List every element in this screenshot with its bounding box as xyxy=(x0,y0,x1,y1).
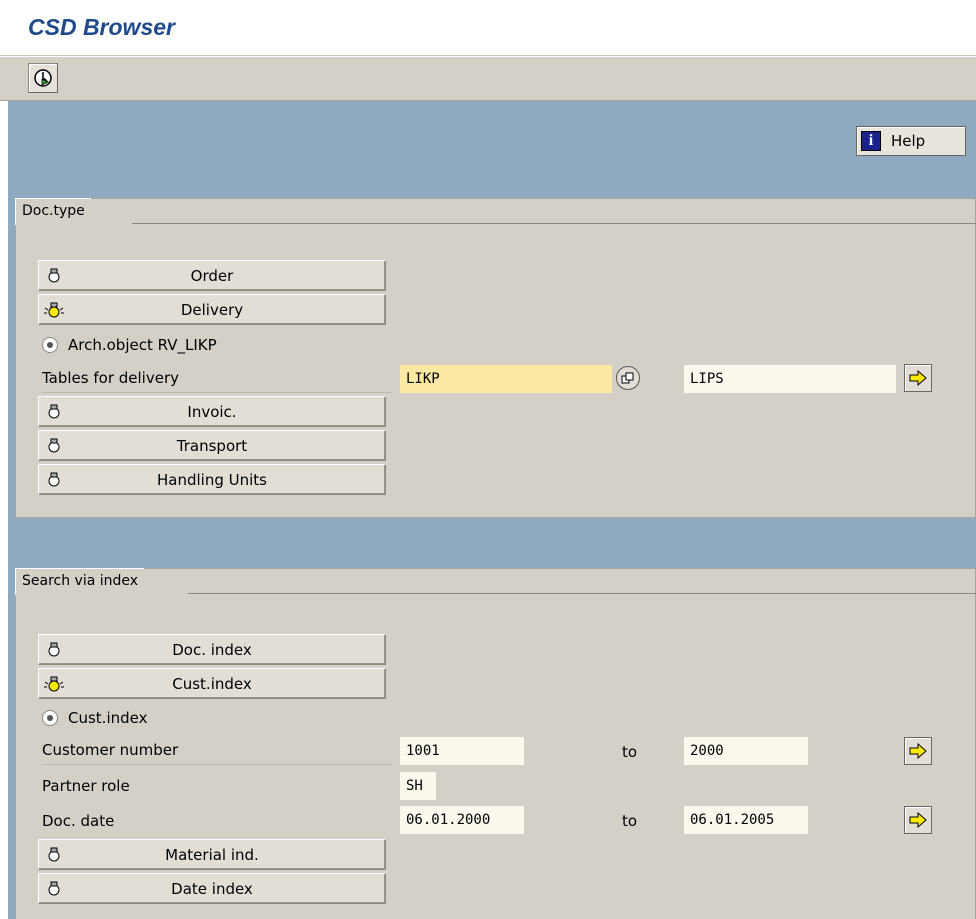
lightbulb-on-icon xyxy=(39,300,69,320)
doc-index-button[interactable]: Doc. index xyxy=(38,634,386,665)
date-index-button[interactable]: Date index xyxy=(38,873,386,904)
partner-role-label: Partner role xyxy=(42,777,130,795)
order-button[interactable]: Order xyxy=(38,260,386,291)
radio-button[interactable] xyxy=(42,337,58,353)
lightbulb-on-icon xyxy=(39,674,69,694)
doc-date-label: Doc. date xyxy=(42,812,115,830)
material-index-button[interactable]: Material ind. xyxy=(38,839,386,870)
arrow-right-icon xyxy=(909,743,927,759)
lightbulb-off-icon xyxy=(39,403,69,421)
invoice-button[interactable]: Invoic. xyxy=(38,396,386,427)
cust-index-radio-label: Cust.index xyxy=(68,709,148,727)
lightbulb-off-icon xyxy=(39,471,69,489)
execute-icon xyxy=(34,69,52,87)
delivery-button[interactable]: Delivery xyxy=(38,294,386,325)
arrow-right-icon xyxy=(909,812,927,828)
lightbulb-off-icon xyxy=(39,267,69,285)
transport-button[interactable]: Transport xyxy=(38,430,386,461)
lightbulb-off-icon xyxy=(39,437,69,455)
search-index-tab: Search via index xyxy=(15,568,159,595)
table-from-input[interactable]: LIKP xyxy=(400,365,612,393)
table-to-input[interactable]: LIPS xyxy=(684,365,896,393)
lightbulb-off-icon xyxy=(39,641,69,659)
search-index-tab-label: Search via index xyxy=(15,568,145,595)
doc-date-from-input[interactable]: 06.01.2000 xyxy=(400,806,524,834)
to-label: to xyxy=(622,812,638,830)
table-arrow-button[interactable] xyxy=(904,364,932,392)
customer-from-input[interactable]: 1001 xyxy=(400,737,524,765)
partner-role-input[interactable]: SH xyxy=(400,772,436,800)
arch-object-label: Arch.object RV_LIKP xyxy=(68,336,217,354)
handling-units-button[interactable]: Handling Units xyxy=(38,464,386,495)
multiple-selection-icon[interactable] xyxy=(616,366,640,390)
execute-button[interactable] xyxy=(28,63,58,93)
page-title: CSD Browser xyxy=(28,14,175,40)
doc-date-arrow-button[interactable] xyxy=(904,806,932,834)
arch-object-radio[interactable]: Arch.object RV_LIKP xyxy=(42,336,217,354)
help-label: Help xyxy=(891,132,926,150)
customer-to-input[interactable]: 2000 xyxy=(684,737,808,765)
radio-button[interactable] xyxy=(42,710,58,726)
cust-index-radio[interactable]: Cust.index xyxy=(42,709,147,727)
cust-index-button[interactable]: Cust.index xyxy=(38,668,386,699)
help-button[interactable]: i Help xyxy=(856,126,966,156)
info-icon: i xyxy=(861,131,881,151)
customer-arrow-button[interactable] xyxy=(904,737,932,765)
application-toolbar xyxy=(0,57,976,101)
doctype-tab: Doc.type xyxy=(15,198,105,225)
arrow-right-icon xyxy=(909,370,927,386)
tables-for-delivery-label: Tables for delivery xyxy=(42,369,392,393)
doctype-tab-label: Doc.type xyxy=(15,198,91,225)
customer-number-label: Customer number xyxy=(42,741,392,765)
to-label: to xyxy=(622,743,638,761)
lightbulb-off-icon xyxy=(39,880,69,898)
lightbulb-off-icon xyxy=(39,846,69,864)
doc-date-to-input[interactable]: 06.01.2005 xyxy=(684,806,808,834)
